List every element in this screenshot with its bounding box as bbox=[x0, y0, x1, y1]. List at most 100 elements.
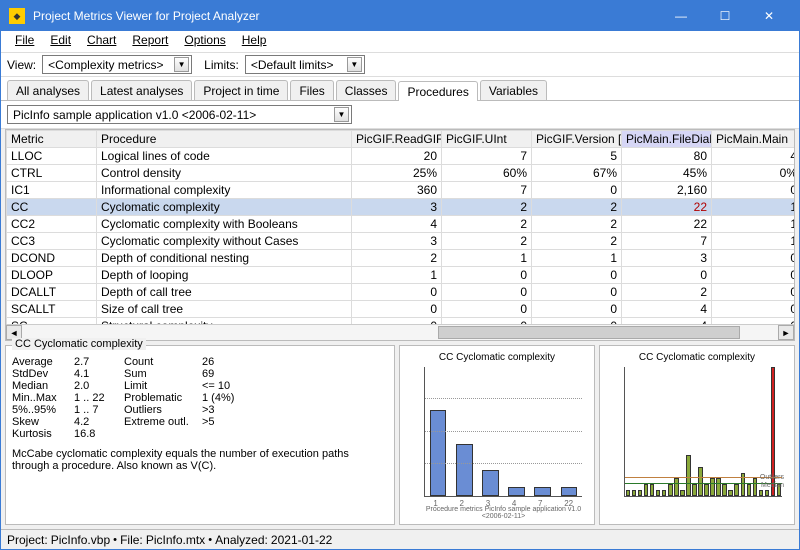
limits-combobox[interactable]: <Default limits> ▼ bbox=[245, 55, 365, 74]
column-header[interactable]: PicGIF.UInt bbox=[442, 131, 532, 148]
view-combobox[interactable]: <Complexity metrics> ▼ bbox=[42, 55, 192, 74]
histogram-bar bbox=[561, 487, 578, 496]
tab-procedures[interactable]: Procedures bbox=[398, 81, 477, 101]
metric-value: 0 bbox=[442, 284, 532, 301]
metric-value: 2 bbox=[442, 199, 532, 216]
metric-code: CC2 bbox=[7, 216, 97, 233]
stat-label: Extreme outl. bbox=[124, 416, 202, 428]
metric-value: 0 bbox=[622, 267, 712, 284]
metric-value: 25% bbox=[352, 165, 442, 182]
menu-options[interactable]: Options bbox=[176, 31, 233, 52]
scroll-thumb[interactable] bbox=[438, 326, 740, 339]
table-row[interactable]: CTRLControl density25%60%67%45%0% bbox=[7, 165, 795, 182]
metric-code: SCALLT bbox=[7, 301, 97, 318]
metric-name: Cyclomatic complexity with Booleans bbox=[97, 216, 352, 233]
metric-code: CC bbox=[7, 199, 97, 216]
status-analyzed-value: 2021-01-22 bbox=[271, 533, 332, 547]
status-file-value: PicInfo.mtx bbox=[146, 533, 205, 547]
series-bar bbox=[650, 484, 654, 496]
chevron-down-icon[interactable]: ▼ bbox=[347, 57, 362, 72]
table-row[interactable]: SCALLTSize of call tree00040 bbox=[7, 301, 795, 318]
column-header[interactable]: PicGIF.Version [Get] bbox=[532, 131, 622, 148]
table-row[interactable]: CC3Cyclomatic complexity without Cases32… bbox=[7, 233, 795, 250]
menu-help[interactable]: Help bbox=[234, 31, 275, 52]
metric-value: 80 bbox=[622, 148, 712, 165]
stat-label: Average bbox=[12, 356, 74, 368]
stat-value: 2.7 bbox=[74, 356, 124, 368]
series-bar bbox=[668, 484, 672, 496]
metric-value: 0 bbox=[712, 250, 795, 267]
column-header[interactable]: Procedure bbox=[97, 131, 352, 148]
stat-value: >3 bbox=[202, 404, 388, 416]
series-bar bbox=[644, 484, 648, 496]
stat-label: StdDev bbox=[12, 368, 74, 380]
statusbar: Project: PicInfo.vbp • File: PicInfo.mtx… bbox=[1, 529, 799, 549]
metric-value: 0 bbox=[712, 267, 795, 284]
tab-all-analyses[interactable]: All analyses bbox=[7, 80, 89, 100]
metric-value: 0 bbox=[712, 284, 795, 301]
column-header[interactable]: Metric bbox=[7, 131, 97, 148]
metric-value: 7 bbox=[442, 148, 532, 165]
limits-value: <Default limits> bbox=[248, 58, 347, 72]
metric-value: 0 bbox=[352, 301, 442, 318]
metric-code: CC3 bbox=[7, 233, 97, 250]
menu-report[interactable]: Report bbox=[124, 31, 176, 52]
series-bar bbox=[692, 484, 696, 496]
histogram-chart: 1234722Procedure metrics PicInfo sample … bbox=[424, 367, 582, 497]
chevron-down-icon[interactable]: ▼ bbox=[174, 57, 189, 72]
metric-value: 5 bbox=[532, 148, 622, 165]
series-bar bbox=[728, 490, 732, 496]
status-analyzed-key: Analyzed: bbox=[215, 533, 268, 547]
menu-edit[interactable]: Edit bbox=[42, 31, 79, 52]
maximize-button[interactable]: ☐ bbox=[703, 1, 747, 31]
stats-panel: CC Cyclomatic complexity Average2.7 Coun… bbox=[5, 345, 395, 525]
series-bar bbox=[710, 478, 714, 496]
metric-value: 4 bbox=[712, 148, 795, 165]
table-row[interactable]: DCALLTDepth of call tree00020 bbox=[7, 284, 795, 301]
stat-label: Limit bbox=[124, 380, 202, 392]
metric-value: 2 bbox=[532, 199, 622, 216]
table-scroll-area[interactable]: MetricProcedurePicGIF.ReadGIFPicGIF.UInt… bbox=[6, 130, 794, 324]
menu-file[interactable]: File bbox=[7, 31, 42, 52]
series-bar bbox=[674, 478, 678, 496]
stat-label: Problematic bbox=[124, 392, 202, 404]
column-header[interactable]: PicGIF.ReadGIF bbox=[352, 131, 442, 148]
metric-value: 0 bbox=[532, 284, 622, 301]
metric-name: Depth of conditional nesting bbox=[97, 250, 352, 267]
series-bar bbox=[722, 484, 726, 496]
table-row[interactable]: DCONDDepth of conditional nesting21130 bbox=[7, 250, 795, 267]
window-title: Project Metrics Viewer for Project Analy… bbox=[33, 9, 659, 23]
table-row[interactable]: CC2Cyclomatic complexity with Booleans42… bbox=[7, 216, 795, 233]
stat-value: 4.2 bbox=[74, 416, 124, 428]
analysis-combobox[interactable]: PicInfo sample application v1.0 <2006-02… bbox=[7, 105, 352, 124]
tab-variables[interactable]: Variables bbox=[480, 80, 547, 100]
series-bar bbox=[662, 490, 666, 496]
metric-value: 0% bbox=[712, 165, 795, 182]
column-header[interactable]: PicMain.Main bbox=[712, 131, 795, 148]
status-file-key: File: bbox=[120, 533, 143, 547]
series-bar bbox=[686, 455, 690, 496]
series-bar bbox=[765, 490, 769, 496]
table-row[interactable]: IC1Informational complexity360702,1600 bbox=[7, 182, 795, 199]
column-header[interactable]: PicMain.FileDialog bbox=[622, 131, 712, 148]
chart-title: CC Cyclomatic complexity bbox=[406, 352, 588, 363]
stat-label: Outliers bbox=[124, 404, 202, 416]
tab-project-in-time[interactable]: Project in time bbox=[194, 80, 288, 100]
status-project-key: Project: bbox=[7, 533, 48, 547]
tab-classes[interactable]: Classes bbox=[336, 80, 397, 100]
metric-value: 0 bbox=[442, 301, 532, 318]
close-button[interactable]: ✕ bbox=[747, 1, 791, 31]
table-row[interactable]: CCCyclomatic complexity322221 bbox=[7, 199, 795, 216]
menu-chart[interactable]: Chart bbox=[79, 31, 124, 52]
tab-latest-analyses[interactable]: Latest analyses bbox=[91, 80, 192, 100]
minimize-button[interactable]: — bbox=[659, 1, 703, 31]
chevron-down-icon[interactable]: ▼ bbox=[334, 107, 349, 122]
metric-value: 20 bbox=[352, 148, 442, 165]
status-project-value: PicInfo.vbp bbox=[51, 533, 110, 547]
series-bar bbox=[753, 478, 757, 496]
table-row[interactable]: DLOOPDepth of looping10000 bbox=[7, 267, 795, 284]
scroll-right-icon[interactable]: ► bbox=[778, 325, 794, 340]
tab-files[interactable]: Files bbox=[290, 80, 333, 100]
menubar: File Edit Chart Report Options Help bbox=[1, 31, 799, 53]
table-row[interactable]: LLOCLogical lines of code2075804 bbox=[7, 148, 795, 165]
